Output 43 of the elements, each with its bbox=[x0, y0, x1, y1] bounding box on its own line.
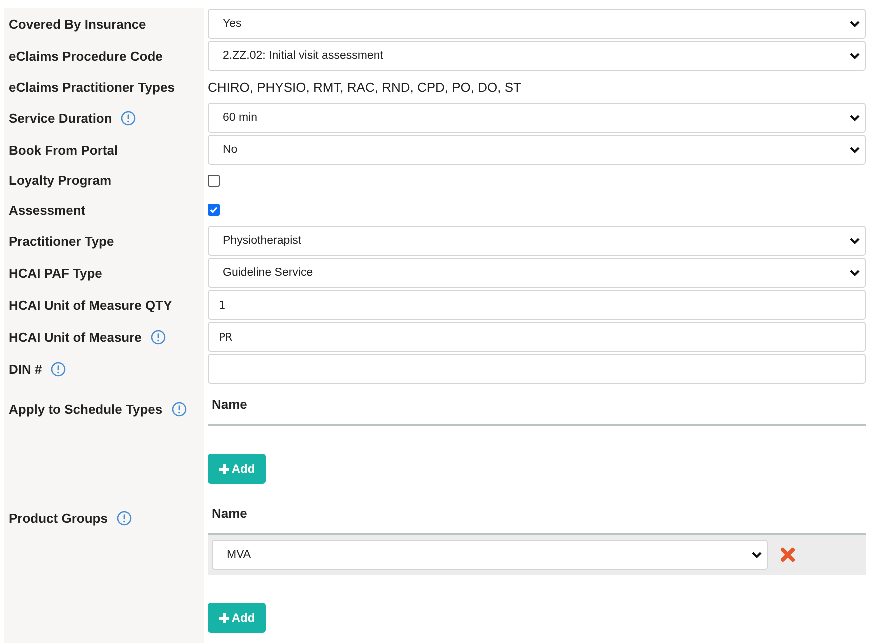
info-icon bbox=[116, 511, 132, 526]
chevron-down-icon bbox=[849, 269, 861, 277]
plus-icon bbox=[218, 464, 230, 474]
checkbox[interactable] bbox=[208, 174, 220, 186]
field-label: HCAI Unit of Measure bbox=[9, 330, 142, 344]
chevron-down-icon bbox=[849, 52, 861, 60]
field-label: Assessment bbox=[9, 202, 86, 218]
field-label: eClaims Practitioner Types bbox=[9, 80, 175, 94]
field-label: Covered By Insurance bbox=[9, 16, 146, 32]
info-icon bbox=[172, 402, 187, 417]
field-label: HCAI Unit of Measure QTY bbox=[9, 298, 172, 312]
input-field[interactable] bbox=[208, 354, 866, 384]
select-field[interactable]: MVA bbox=[212, 540, 768, 570]
info-icon bbox=[51, 362, 66, 376]
select-field[interactable]: Guideline Service bbox=[208, 258, 866, 288]
column-header: Name bbox=[208, 385, 866, 426]
field-value: CHIRO, PHYSIO, RMT, RAC, RND, CPD, PO, DO, ST bbox=[208, 80, 522, 94]
chevron-down-icon bbox=[849, 146, 861, 154]
field-label: Practitioner Type bbox=[9, 234, 114, 248]
plus-icon bbox=[218, 612, 230, 624]
input-field[interactable]: PR bbox=[208, 322, 866, 352]
field-label: Loyalty Program bbox=[9, 173, 112, 188]
info-icon bbox=[121, 110, 136, 126]
chevron-down-icon bbox=[849, 237, 861, 245]
chevron-down-icon bbox=[849, 114, 861, 122]
field-label: Product Groups bbox=[9, 511, 108, 526]
info-icon bbox=[150, 330, 166, 344]
field-label: Service Duration bbox=[9, 110, 112, 126]
select-field[interactable]: 2.ZZ.02: Initial visit assessment bbox=[208, 41, 866, 71]
field-label: Apply to Schedule Types bbox=[9, 402, 163, 417]
select-field[interactable]: Yes bbox=[208, 9, 866, 39]
chevron-down-icon bbox=[849, 20, 861, 28]
input-field[interactable]: 1 bbox=[208, 290, 866, 320]
field-label: eClaims Procedure Code bbox=[9, 48, 163, 64]
field-label: HCAI PAF Type bbox=[9, 266, 102, 280]
select-field[interactable]: 60 min bbox=[208, 103, 866, 133]
checkbox[interactable] bbox=[208, 204, 220, 216]
select-field[interactable]: Physiotherapist bbox=[208, 226, 866, 256]
field-label: Book From Portal bbox=[9, 142, 118, 158]
select-field[interactable]: No bbox=[208, 135, 866, 165]
field-label: DIN # bbox=[9, 362, 42, 376]
delete-icon[interactable] bbox=[780, 547, 796, 563]
chevron-down-icon bbox=[751, 551, 763, 559]
